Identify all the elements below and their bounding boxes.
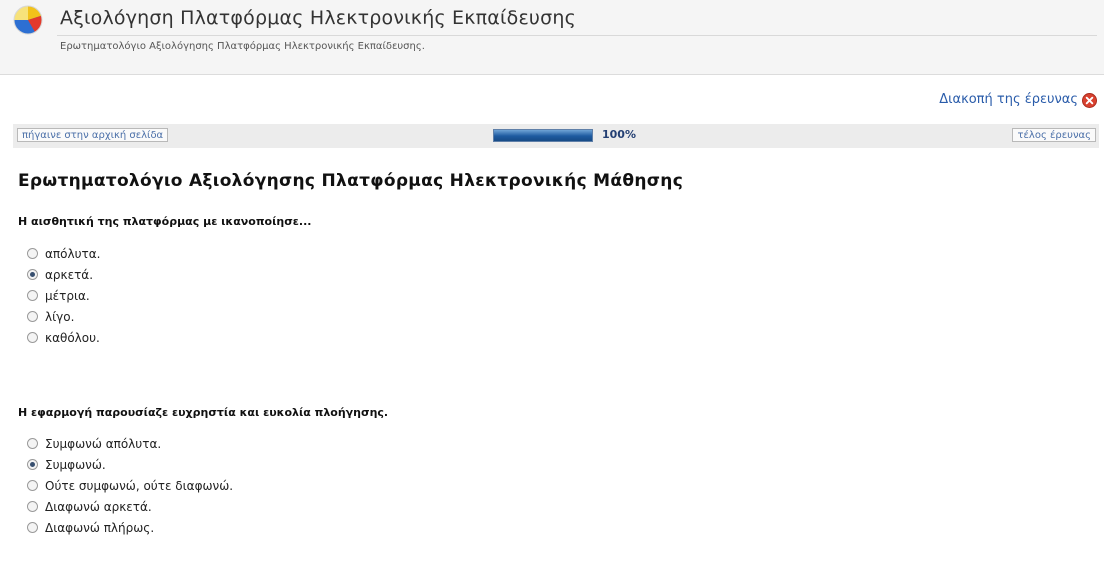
radio-button[interactable] [27,311,38,322]
page-header: Αξιολόγηση Πλατφόρμας Ηλεκτρονικής Εκπαί… [0,0,1104,75]
answer-option[interactable]: καθόλου. [27,327,100,348]
answer-option[interactable]: Ούτε συμφωνώ, ούτε διαφωνώ. [27,475,233,496]
progress-fill [494,130,592,141]
answer-option[interactable]: Συμφωνώ. [27,454,233,475]
page-title: Αξιολόγηση Πλατφόρμας Ηλεκτρονικής Εκπαί… [60,7,576,29]
radio-button[interactable] [27,438,38,449]
answer-label: μέτρια. [45,288,90,303]
radio-button[interactable] [27,290,38,301]
answer-label: Διαφωνώ αρκετά. [45,499,152,514]
answer-label: Διαφωνώ πλήρως. [45,520,155,535]
close-circle-icon[interactable] [1082,93,1097,108]
radio-button[interactable] [27,480,38,491]
question-2-options: Συμφωνώ απόλυτα. Συμφωνώ. Ούτε συμφωνώ, … [27,433,233,538]
progress-bar [493,129,593,142]
page-subtitle: Ερωτηματολόγιο Αξιολόγησης Πλατφόρμας Ηλ… [60,41,425,52]
radio-button[interactable] [27,332,38,343]
question-1-text: Η αισθητική της πλατφόρμας με ικανοποίησ… [18,215,312,228]
radio-button[interactable] [27,248,38,259]
survey-title: Ερωτηματολόγιο Αξιολόγησης Πλατφόρμας Ηλ… [18,171,684,191]
answer-label: λίγο. [45,309,75,324]
progress-percentage: 100% [602,128,636,141]
radio-button[interactable] [27,269,38,280]
answer-option[interactable]: μέτρια. [27,285,100,306]
pie-chart-icon [13,5,43,35]
question-1-options: απόλυτα. αρκετά. μέτρια. λίγο. καθόλου. [27,243,100,348]
answer-option[interactable]: αρκετά. [27,264,100,285]
answer-option[interactable]: απόλυτα. [27,243,100,264]
answer-label: αρκετά. [45,267,94,282]
answer-label: καθόλου. [45,330,100,345]
question-2-text: Η εφαρμογή παρουσίαζε ευχρηστία και ευκο… [18,406,389,419]
end-survey-button[interactable]: τέλος έρευνας [1012,128,1096,142]
stop-survey-link[interactable]: Διακοπή της έρευνας [939,92,1078,107]
answer-label: Ούτε συμφωνώ, ούτε διαφωνώ. [45,478,234,493]
answer-option[interactable]: Συμφωνώ απόλυτα. [27,433,233,454]
radio-button[interactable] [27,459,38,470]
answer-label: απόλυτα. [45,246,101,261]
answer-option[interactable]: λίγο. [27,306,100,327]
answer-option[interactable]: Διαφωνώ πλήρως. [27,517,233,538]
home-button[interactable]: πήγαινε στην αρχική σελίδα [17,128,169,142]
radio-button[interactable] [27,522,38,533]
navigation-bar: πήγαινε στην αρχική σελίδα 100% τέλος έρ… [13,124,1099,148]
title-divider [57,35,1097,36]
radio-button[interactable] [27,501,38,512]
answer-option[interactable]: Διαφωνώ αρκετά. [27,496,233,517]
answer-label: Συμφωνώ απόλυτα. [45,436,162,451]
answer-label: Συμφωνώ. [45,457,106,472]
